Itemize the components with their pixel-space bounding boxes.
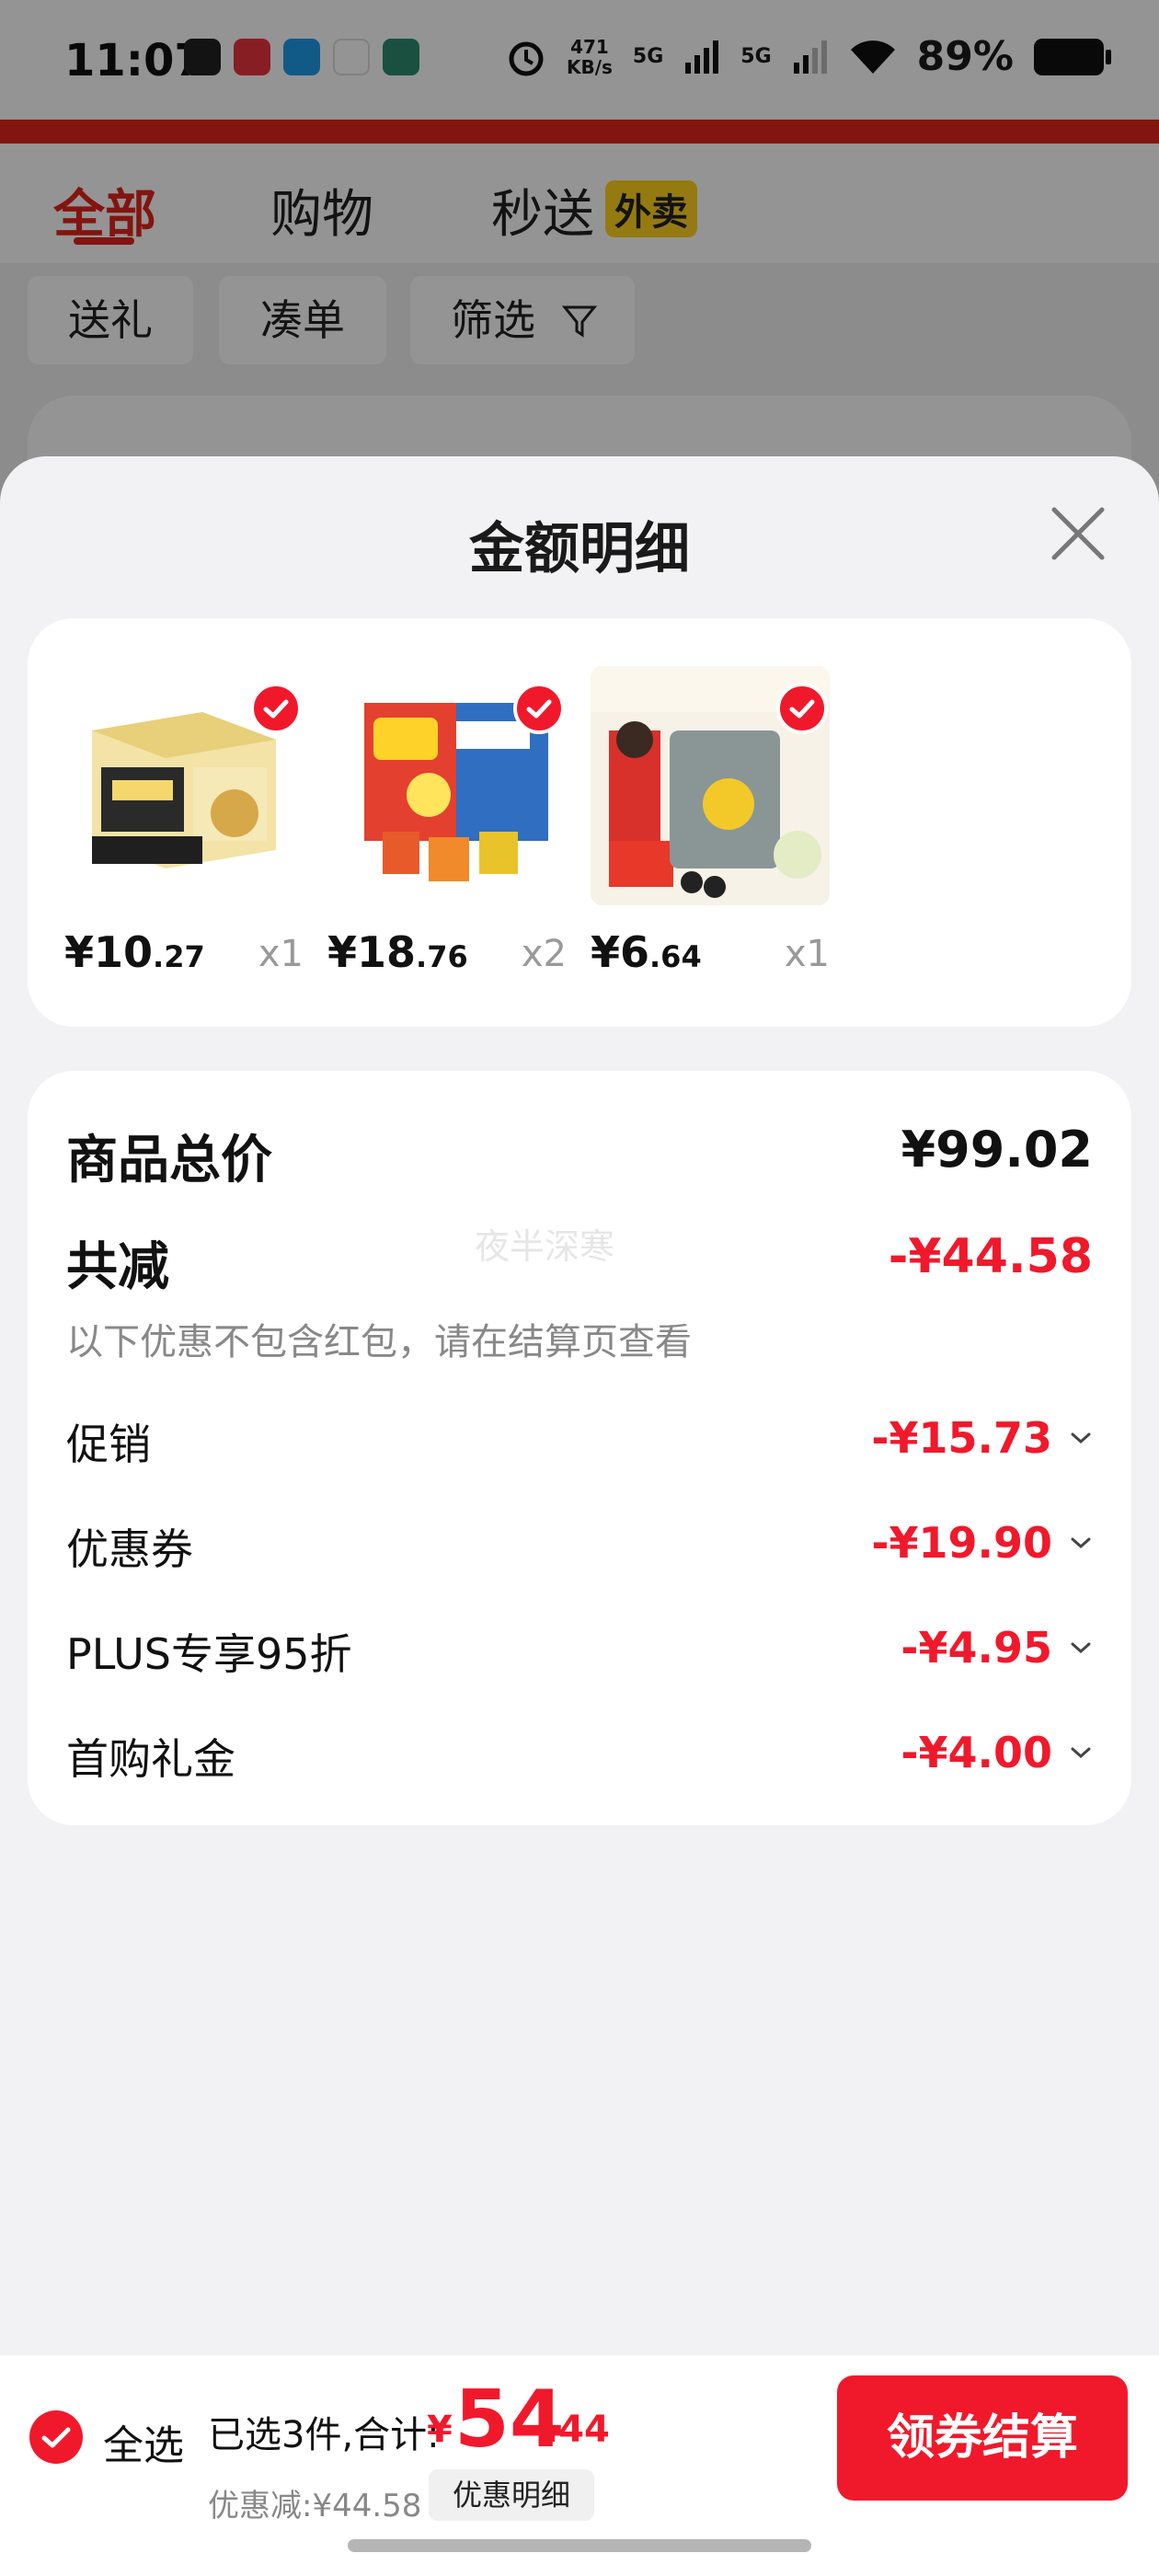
chevron-down-icon bbox=[1071, 1537, 1091, 1549]
discount-label-first-gift: 首购礼金 bbox=[66, 1734, 235, 1784]
chevron-down-icon bbox=[1071, 1747, 1091, 1759]
price-dec: .64 bbox=[649, 939, 702, 974]
price-breakdown-card: 商品总价 ¥99.02 夜半深寒 共减 -¥44.58 以下优惠不包含红包，请在… bbox=[28, 1071, 1131, 1825]
selected-check-icon[interactable] bbox=[250, 683, 302, 734]
close-icon[interactable] bbox=[1049, 504, 1107, 563]
item-qty: x1 bbox=[258, 933, 304, 975]
discount-value-first-gift: -¥4.00 bbox=[901, 1728, 1052, 1777]
home-indicator[interactable] bbox=[348, 2539, 811, 2552]
product-item[interactable]: ¥18.76 x2 bbox=[327, 666, 567, 977]
discount-label-plus: PLUS专享95折 bbox=[66, 1629, 352, 1679]
price-dec: .76 bbox=[416, 939, 468, 974]
reduce-label: 共减 bbox=[66, 1237, 169, 1297]
discount-label-promo: 促销 bbox=[66, 1420, 151, 1469]
selected-items-card: ¥10.27 x1 ¥18.76 x2 ¥6.64 x1 bbox=[28, 618, 1131, 1027]
selected-check-icon[interactable] bbox=[776, 683, 828, 734]
product-image bbox=[327, 666, 567, 905]
discount-row-coupon[interactable]: -¥19.90 bbox=[871, 1518, 1093, 1568]
summary-label: 已选3件,合计: bbox=[208, 2414, 440, 2456]
select-all-check-icon[interactable] bbox=[29, 2410, 83, 2464]
chevron-down-icon bbox=[1071, 1642, 1091, 1654]
discount-summary: 优惠减:¥44.58 bbox=[208, 2488, 422, 2524]
discount-label-coupon: 优惠券 bbox=[66, 1524, 193, 1574]
product-image bbox=[591, 666, 830, 905]
discount-row-first-gift[interactable]: -¥4.00 bbox=[901, 1728, 1093, 1777]
discount-note: 以下优惠不包含红包，请在结算页查看 bbox=[66, 1321, 692, 1363]
product-item[interactable]: ¥10.27 x1 bbox=[64, 666, 304, 977]
item-qty: x1 bbox=[784, 933, 830, 975]
item-price: ¥18.76 bbox=[327, 927, 468, 977]
selected-check-icon[interactable] bbox=[513, 683, 565, 734]
summary-total-dec: .44 bbox=[545, 2409, 610, 2451]
checkout-button[interactable]: 领券结算 bbox=[837, 2375, 1128, 2501]
price-dec: .27 bbox=[153, 939, 205, 974]
item-price: ¥10.27 bbox=[64, 927, 205, 977]
select-all-label[interactable]: 全选 bbox=[103, 2412, 184, 2471]
price-int: ¥18 bbox=[327, 927, 417, 977]
discount-detail-button[interactable]: 优惠明细 bbox=[429, 2469, 594, 2521]
summary-currency: ¥ bbox=[427, 2409, 453, 2451]
item-price: ¥6.64 bbox=[591, 927, 702, 977]
discount-value-plus: -¥4.95 bbox=[901, 1623, 1052, 1673]
discount-row-promo[interactable]: -¥15.73 bbox=[871, 1413, 1093, 1463]
price-int: ¥6 bbox=[591, 927, 650, 977]
total-value: ¥99.02 bbox=[901, 1121, 1093, 1179]
chevron-down-icon bbox=[1071, 1432, 1091, 1444]
watermark: 夜半深寒 bbox=[475, 1226, 615, 1267]
product-item[interactable]: ¥6.64 x1 bbox=[591, 666, 830, 977]
sheet-title: 金额明细 bbox=[469, 517, 690, 581]
discount-value-promo: -¥15.73 bbox=[871, 1413, 1052, 1463]
price-int: ¥10 bbox=[64, 927, 154, 977]
reduce-value: -¥44.58 bbox=[888, 1229, 1093, 1284]
product-image bbox=[64, 666, 304, 905]
discount-row-plus[interactable]: -¥4.95 bbox=[901, 1623, 1093, 1673]
amount-detail-sheet: 金额明细 ¥10.27 x1 ¥18.76 x2 ¥6.64 x1 商品总价 ¥… bbox=[0, 456, 1159, 2576]
item-qty: x2 bbox=[521, 933, 567, 975]
discount-value-coupon: -¥19.90 bbox=[871, 1518, 1052, 1568]
total-label: 商品总价 bbox=[66, 1131, 272, 1190]
